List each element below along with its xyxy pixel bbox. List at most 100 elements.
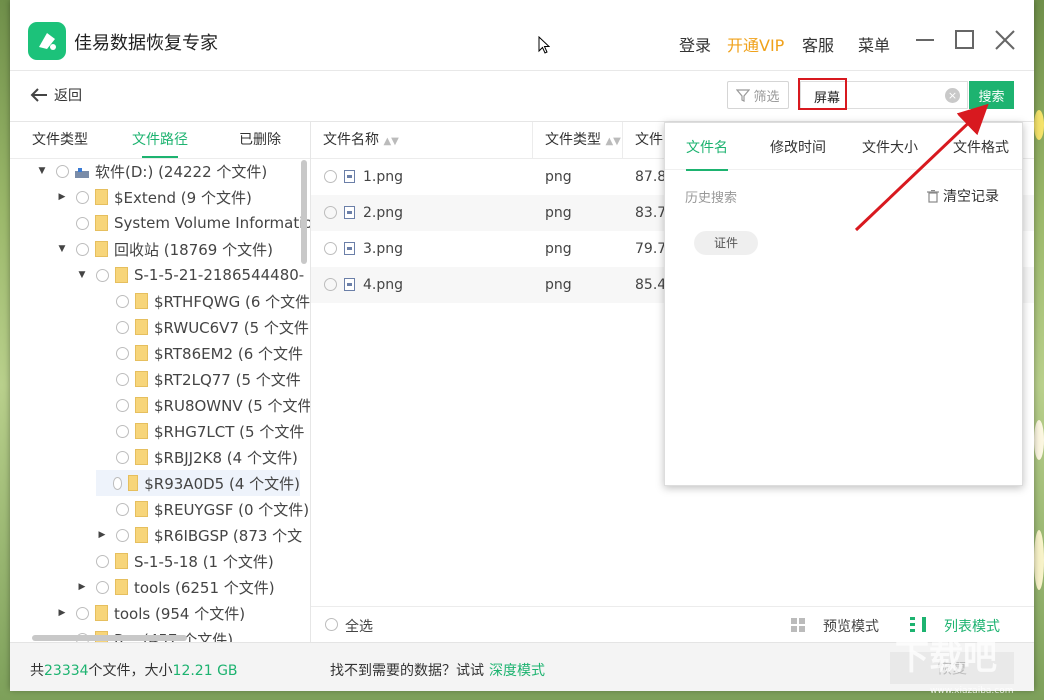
deep-mode-link[interactable]: 深度模式 xyxy=(489,660,545,680)
tree-horizontal-scrollbar[interactable] xyxy=(32,635,187,641)
folder-icon xyxy=(115,579,128,595)
back-button[interactable]: 返回 xyxy=(30,84,82,106)
tree-radio[interactable] xyxy=(56,164,69,178)
tree-node[interactable]: $REUYGSF (0 个文件) xyxy=(96,496,309,522)
expand-arrow-icon[interactable]: ▶ xyxy=(76,582,88,592)
tree-node[interactable]: S-1-5-18 (1 个文件) xyxy=(76,548,274,574)
tree-node[interactable]: $RT86EM2 (6 个文件 xyxy=(96,340,303,366)
tree-node[interactable]: ▶ $R6IBGSP (873 个文 xyxy=(96,522,303,548)
tree-node[interactable]: $RTHFQWG (6 个文件 xyxy=(96,288,310,314)
watermark-url: www.xiazaiba.com xyxy=(930,686,1014,696)
background-flower xyxy=(1034,110,1044,140)
filter-button[interactable]: 筛选 xyxy=(727,81,789,109)
tree-radio[interactable] xyxy=(116,294,129,308)
tree-node[interactable]: ▼ 回收站 (18769 个文件) xyxy=(56,236,273,262)
tree-radio[interactable] xyxy=(116,346,129,360)
tree-radio[interactable] xyxy=(76,606,89,620)
column-header-label: 文件类型 xyxy=(545,132,601,148)
tab-modified-time[interactable]: 修改时间 xyxy=(770,137,826,157)
history-label: 历史搜索 xyxy=(685,191,738,206)
tree-radio[interactable] xyxy=(116,398,129,412)
folder-icon xyxy=(135,293,148,309)
collapse-arrow-icon[interactable]: ▼ xyxy=(56,244,68,254)
tree-radio[interactable] xyxy=(116,372,129,386)
tree-node[interactable]: $RT2LQ77 (5 个文件 xyxy=(96,366,301,392)
file-type: png xyxy=(545,169,572,185)
grid-view-icon[interactable] xyxy=(791,618,806,637)
tab-file-size[interactable]: 文件大小 xyxy=(862,137,918,157)
expand-arrow-icon[interactable]: ▶ xyxy=(96,530,108,540)
column-header-name[interactable]: 文件名称 ▲▼ xyxy=(311,122,533,158)
collapse-arrow-icon[interactable]: ▼ xyxy=(36,166,48,176)
tree-radio[interactable] xyxy=(116,502,129,516)
menu-link[interactable]: 菜单 xyxy=(858,32,890,56)
summary-prefix: 共 xyxy=(30,663,44,679)
toolbar: 返回 筛选 屏幕 × 搜索 xyxy=(10,70,1034,122)
row-radio[interactable] xyxy=(324,278,337,291)
close-button[interactable] xyxy=(993,28,1017,52)
filter-label: 筛选 xyxy=(753,89,780,105)
file-name: 4.png xyxy=(363,277,404,293)
back-label: 返回 xyxy=(54,88,82,104)
tree-radio[interactable] xyxy=(116,320,129,334)
service-link[interactable]: 客服 xyxy=(802,32,834,56)
maximize-button[interactable] xyxy=(953,28,977,52)
tree-radio[interactable] xyxy=(112,476,123,490)
column-header-type[interactable]: 文件类型 ▲▼ xyxy=(533,122,623,158)
tree-node[interactable]: ▼ S-1-5-21-2186544480- xyxy=(76,262,305,288)
login-link[interactable]: 登录 xyxy=(679,32,711,56)
expand-arrow-icon[interactable]: ▶ xyxy=(56,608,68,618)
vip-link[interactable]: 开通VIP xyxy=(727,32,784,56)
tree-label: $REUYGSF (0 个文件) xyxy=(154,500,310,519)
tree-node[interactable]: $RBJJ2K8 (4 个文件) xyxy=(96,444,298,470)
tree-radio[interactable] xyxy=(116,528,129,542)
tree-node[interactable]: ▼ 软件(D:) (24222 个文件) xyxy=(36,158,268,184)
search-button[interactable]: 搜索 xyxy=(969,81,1014,109)
history-item[interactable]: 证件 xyxy=(694,231,758,255)
preview-mode-button[interactable]: 预览模式 xyxy=(823,616,879,636)
tree-node[interactable]: System Volume Informatio xyxy=(56,210,310,236)
expand-arrow-icon[interactable]: ▶ xyxy=(56,192,68,202)
left-panel: 文件类型 文件路径 已删除 ▼ 软件(D:) (24222 个文件) ▶ $Ex… xyxy=(10,122,311,642)
drive-icon xyxy=(75,165,89,178)
tree-node[interactable]: ▶ tools (954 个文件) xyxy=(56,600,246,626)
folder-icon xyxy=(135,527,148,543)
sort-icon[interactable]: ▲▼ xyxy=(383,136,398,147)
tree-node[interactable]: $RHG7LCT (5 个文件 xyxy=(96,418,304,444)
row-radio[interactable] xyxy=(324,206,337,219)
clear-search-icon[interactable]: × xyxy=(945,88,960,103)
tab-file-path[interactable]: 文件路径 xyxy=(110,122,210,158)
file-name: 3.png xyxy=(363,241,404,257)
tree-radio[interactable] xyxy=(116,450,129,464)
minimize-button[interactable] xyxy=(913,28,937,52)
tree-label: tools (954 个文件) xyxy=(114,604,246,623)
tab-deleted[interactable]: 已删除 xyxy=(210,122,310,158)
select-all-radio[interactable] xyxy=(325,618,338,631)
collapse-arrow-icon[interactable]: ▼ xyxy=(76,270,88,280)
tree-vertical-scrollbar[interactable] xyxy=(301,160,307,264)
tab-file-name[interactable]: 文件名 xyxy=(686,137,728,171)
tree-node[interactable]: $RWUC6V7 (5 个文件 xyxy=(96,314,309,340)
tree-label: 软件(D:) (24222 个文件) xyxy=(95,162,268,181)
tree-radio[interactable] xyxy=(96,554,109,568)
tree-radio[interactable] xyxy=(76,242,89,256)
tree-radio[interactable] xyxy=(116,424,129,438)
tree-node[interactable]: $RU8OWNV (5 个文件 xyxy=(96,392,310,418)
clear-history-button[interactable]: 清空记录 xyxy=(927,186,999,206)
sort-icon[interactable]: ▲▼ xyxy=(605,136,620,147)
tab-file-format[interactable]: 文件格式 xyxy=(953,137,1009,157)
tree-node[interactable]: ▶ $Extend (9 个文件) xyxy=(56,184,252,210)
tree-radio[interactable] xyxy=(96,268,109,282)
tree-radio[interactable] xyxy=(76,190,89,204)
tree-radio[interactable] xyxy=(96,580,109,594)
tab-file-type[interactable]: 文件类型 xyxy=(10,122,110,158)
folder-icon xyxy=(135,501,148,517)
row-radio[interactable] xyxy=(324,242,337,255)
tree-node-selected[interactable]: $R93A0D5 (4 个文件) xyxy=(96,470,300,496)
folder-icon xyxy=(135,319,148,335)
row-radio[interactable] xyxy=(324,170,337,183)
tree-node[interactable]: ▶ tools (6251 个文件) xyxy=(76,574,275,600)
status-bar: 共23334个文件，大小12.21 GB 找不到需要的数据？试试 深度模式 恢复 xyxy=(10,642,1034,691)
tree-radio[interactable] xyxy=(76,216,89,230)
file-type: png xyxy=(545,205,572,221)
